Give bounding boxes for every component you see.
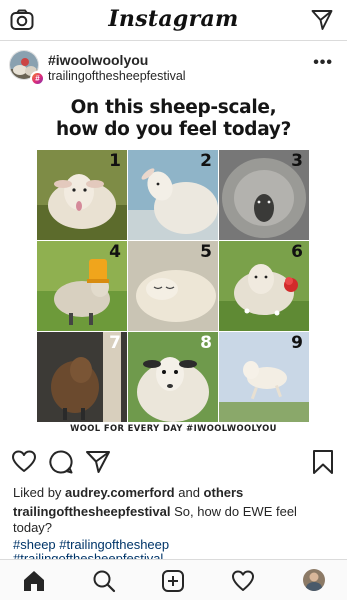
sheep-photo-8: 8 (128, 332, 218, 422)
scale-number-3: 3 (291, 151, 303, 171)
app-logo: Instagram (108, 6, 239, 32)
scale-number-9: 9 (291, 333, 303, 353)
scale-number-7: 7 (109, 333, 121, 353)
post-avatar[interactable]: # (9, 50, 45, 86)
likes-prefix: Liked by (13, 485, 66, 500)
headline-line-1: On this sheep-scale, (70, 97, 277, 118)
profile-avatar[interactable] (303, 569, 325, 591)
likes-and: and (174, 485, 204, 500)
sheep-photo-2: 2 (128, 150, 218, 240)
bookmark-icon[interactable] (310, 449, 336, 475)
liked-by-user-link[interactable]: audrey.comerford (65, 485, 175, 500)
post-header: # #iwoolwoolyou trailingofthesheepfestiv… (0, 42, 347, 90)
heart-icon[interactable] (231, 569, 255, 593)
post-actions (0, 447, 347, 477)
sheep-photo-6: 6 (219, 241, 309, 331)
scale-number-1: 1 (109, 151, 121, 171)
sheep-photo-9: 9 (219, 332, 309, 422)
hashtag-badge-icon: # (30, 71, 45, 86)
paper-plane-icon[interactable] (85, 449, 111, 475)
headline-line-2: how do you feel today? (55, 119, 291, 140)
caption-username[interactable]: trailingofthesheepfestival (13, 504, 170, 519)
post-caption: trailingofthesheepfestival So, how do EW… (13, 504, 338, 536)
post-username[interactable]: trailingofthesheepfestival (48, 69, 186, 83)
sheep-photo-1: 1 (37, 150, 127, 240)
post-image[interactable]: On this sheep-scale, how do you feel tod… (0, 91, 347, 438)
sheep-photo-4: 4 (37, 241, 127, 331)
sheep-grid: 1 2 3 4 5 6 7 8 9 (37, 150, 309, 422)
sheep-photo-5: 5 (128, 241, 218, 331)
heart-icon[interactable] (11, 449, 37, 475)
comment-bubble-icon[interactable] (48, 449, 74, 475)
more-options-icon[interactable]: ••• (313, 54, 333, 72)
scale-number-5: 5 (200, 242, 212, 262)
plus-square-icon[interactable] (161, 569, 185, 593)
image-footer-text: WOOL FOR EVERY DAY #IWOOLWOOLYOU (70, 423, 277, 433)
sheep-photo-3: 3 (219, 150, 309, 240)
scale-number-4: 4 (109, 242, 121, 262)
home-icon[interactable] (22, 569, 46, 593)
search-icon[interactable] (92, 569, 116, 593)
top-bar: Instagram (0, 0, 347, 41)
post-hashtag-title[interactable]: #iwoolwoolyou (48, 52, 148, 68)
likes-others-link[interactable]: others (204, 485, 244, 500)
paper-plane-icon[interactable] (311, 9, 333, 31)
image-headline: On this sheep-scale, how do you feel tod… (0, 97, 347, 141)
sheep-photo-7: 7 (37, 332, 127, 422)
likes-summary: Liked by audrey.comerford and others (13, 485, 243, 500)
scale-number-6: 6 (291, 242, 303, 262)
scale-number-2: 2 (200, 151, 212, 171)
scale-number-8: 8 (200, 333, 212, 353)
bottom-nav (0, 559, 347, 600)
